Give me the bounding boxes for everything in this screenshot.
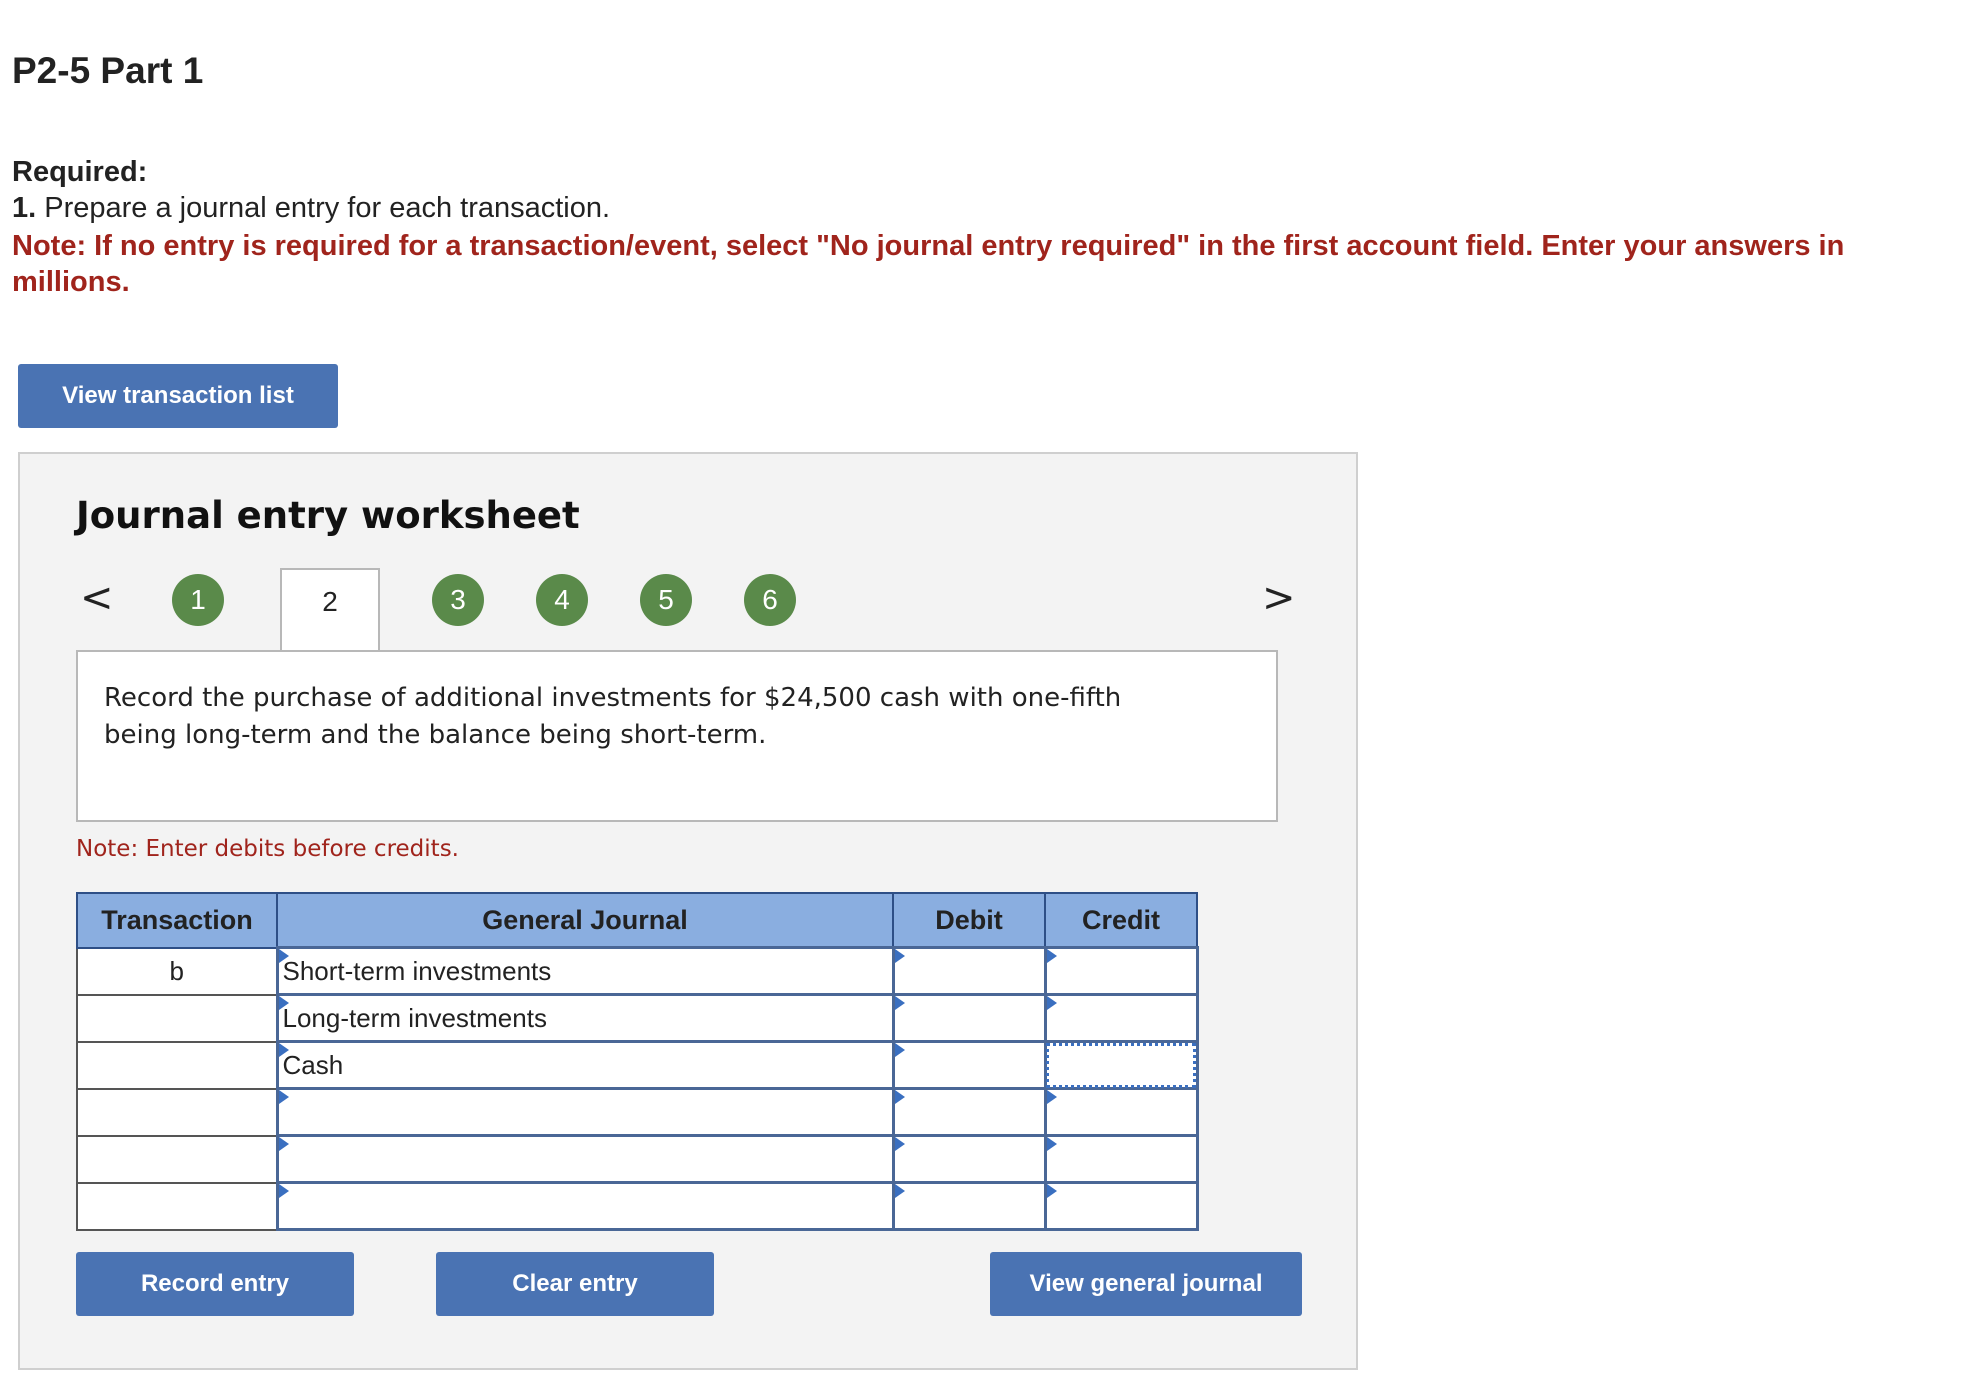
account-select[interactable] (275, 1087, 895, 1137)
header-transaction: Transaction (76, 892, 278, 949)
credit-input-focused[interactable] (1043, 1040, 1199, 1090)
transaction-cell (76, 1181, 278, 1231)
input-marker-icon (894, 1184, 905, 1198)
debit-input[interactable] (891, 1181, 1047, 1231)
header-general-journal: General Journal (276, 892, 894, 949)
credit-input[interactable] (1043, 1134, 1199, 1184)
input-marker-icon (1046, 949, 1057, 963)
input-marker-icon (1046, 1090, 1057, 1104)
table-row (76, 1134, 1199, 1184)
input-marker-icon (894, 949, 905, 963)
view-general-journal-button[interactable]: View general journal (990, 1252, 1302, 1316)
record-entry-button[interactable]: Record entry (76, 1252, 354, 1316)
transaction-description: Record the purchase of additional invest… (76, 650, 1278, 822)
required-item-text: Prepare a journal entry for each transac… (44, 192, 611, 224)
step-tab-1[interactable]: 1 (172, 574, 224, 626)
table-row: b Short-term investments (76, 946, 1199, 996)
step-tab-2-active[interactable]: 2 (280, 568, 380, 654)
journal-entry-worksheet-panel: Journal entry worksheet < 1 2 3 4 5 6 > … (18, 452, 1358, 1370)
input-marker-icon (894, 1043, 905, 1057)
dropdown-marker-icon (278, 1090, 289, 1104)
required-note: Note: If no entry is required for a tran… (12, 230, 1845, 298)
header-debit: Debit (892, 892, 1046, 949)
description-text: Record the purchase of additional invest… (104, 683, 1122, 750)
dropdown-marker-icon (278, 996, 289, 1010)
debit-input[interactable] (891, 1134, 1047, 1184)
view-transaction-list-button[interactable]: View transaction list (18, 364, 338, 428)
step-tab-3[interactable]: 3 (432, 574, 484, 626)
account-select[interactable] (275, 1134, 895, 1184)
transaction-cell (76, 993, 278, 1043)
input-marker-icon (1046, 1184, 1057, 1198)
prev-arrow-icon[interactable]: < (80, 578, 114, 618)
input-marker-icon (894, 996, 905, 1010)
transaction-cell (76, 1134, 278, 1184)
credit-input[interactable] (1043, 993, 1199, 1043)
required-heading: Required: (12, 156, 148, 188)
table-row: Cash (76, 1040, 1199, 1090)
page-title: P2-5 Part 1 (12, 50, 204, 91)
credit-input[interactable] (1043, 1087, 1199, 1137)
dropdown-marker-icon (278, 1137, 289, 1151)
account-select[interactable] (275, 1181, 895, 1231)
input-marker-icon (894, 1090, 905, 1104)
transaction-cell: b (76, 946, 278, 996)
transaction-cell (76, 1087, 278, 1137)
debit-input[interactable] (891, 993, 1047, 1043)
input-marker-icon (1046, 1137, 1057, 1151)
required-item-number: 1. (12, 192, 37, 224)
header-credit: Credit (1044, 892, 1198, 949)
table-row (76, 1087, 1199, 1137)
dropdown-marker-icon (278, 1184, 289, 1198)
account-select[interactable]: Short-term investments (275, 946, 895, 996)
input-marker-icon (894, 1137, 905, 1151)
next-arrow-icon[interactable]: > (1262, 578, 1296, 618)
debit-input[interactable] (891, 1087, 1047, 1137)
input-marker-icon (1046, 996, 1057, 1010)
clear-entry-button[interactable]: Clear entry (436, 1252, 714, 1316)
table-row (76, 1181, 1199, 1231)
journal-table: Transaction General Journal Debit Credit… (76, 892, 1199, 1231)
account-select[interactable]: Cash (275, 1040, 895, 1090)
step-tab-5[interactable]: 5 (640, 574, 692, 626)
required-item: 1. Prepare a journal entry for each tran… (12, 192, 610, 225)
step-tab-4[interactable]: 4 (536, 574, 588, 626)
account-select[interactable]: Long-term investments (275, 993, 895, 1043)
worksheet-title: Journal entry worksheet (76, 494, 580, 537)
debits-credits-note: Note: Enter debits before credits. (76, 836, 459, 862)
credit-input[interactable] (1043, 1181, 1199, 1231)
credit-input[interactable] (1043, 946, 1199, 996)
dropdown-marker-icon (278, 949, 289, 963)
debit-input[interactable] (891, 946, 1047, 996)
dropdown-marker-icon (278, 1043, 289, 1057)
table-row: Long-term investments (76, 993, 1199, 1043)
transaction-cell (76, 1040, 278, 1090)
step-tab-6[interactable]: 6 (744, 574, 796, 626)
debit-input[interactable] (891, 1040, 1047, 1090)
